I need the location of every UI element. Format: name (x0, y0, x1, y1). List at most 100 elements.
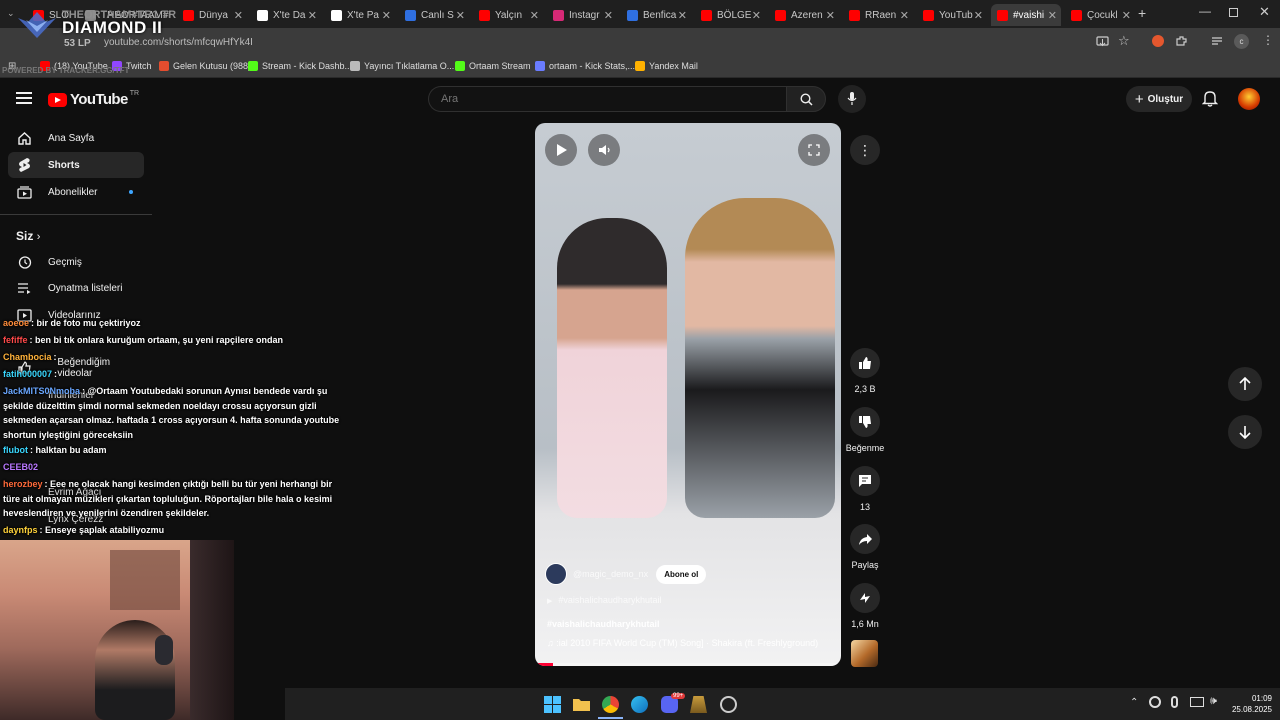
tray-chevron-up-icon[interactable]: ⌃ (1130, 697, 1138, 708)
league-client-icon[interactable] (690, 696, 707, 713)
new-tab-button[interactable]: + (1138, 5, 1146, 21)
chat-username[interactable]: JackMITS0Nmoba (3, 386, 80, 396)
sidebar-item-history[interactable]: Geçmiş (8, 249, 144, 275)
browser-tab[interactable]: Benfica ✕ (621, 4, 691, 26)
music-track[interactable]: ♫ :ial 2010 FIFA World Cup (TM) Song] · … (547, 638, 818, 648)
like-button[interactable] (850, 348, 880, 378)
create-button[interactable]: + Oluştur (1126, 86, 1192, 112)
close-tab-icon[interactable]: ✕ (1048, 9, 1057, 22)
windows-start-icon[interactable] (544, 696, 561, 713)
sidebar-item-shorts[interactable]: Shorts (8, 152, 144, 178)
close-tab-icon[interactable]: ✕ (678, 9, 687, 22)
previous-short-button[interactable] (1228, 367, 1262, 401)
browser-tab[interactable]: RRaen ✕ (843, 4, 913, 26)
channel-avatar[interactable] (545, 563, 567, 585)
tray-display-icon[interactable] (1190, 697, 1204, 707)
chat-username[interactable]: fefiffe (3, 335, 28, 345)
bookmark-item[interactable]: Gelen Kutusu (988)... (159, 61, 259, 71)
close-tab-icon[interactable]: ✕ (382, 9, 391, 22)
browser-tab[interactable]: Yalçın ✕ (473, 4, 543, 26)
bookmark-star-icon[interactable]: ☆ (1118, 33, 1130, 49)
close-tab-icon[interactable]: ✕ (826, 9, 835, 22)
system-clock[interactable]: 01:09 25.08.2025 (1232, 693, 1272, 715)
minimize-button[interactable]: — (1199, 4, 1211, 18)
browser-tab[interactable]: #vaishi ✕ (991, 4, 1061, 26)
dislike-action[interactable]: Beğenme (845, 407, 885, 453)
settings-gear-icon[interactable] (720, 696, 737, 713)
sidebar-item-playlists[interactable]: Oynatma listeleri (8, 275, 144, 301)
tray-sync-icon[interactable] (1149, 696, 1161, 708)
dislike-button[interactable] (850, 407, 880, 437)
close-tab-icon[interactable]: ✕ (308, 9, 317, 22)
sidebar-item-subscriptions[interactable]: Abonelikler (8, 179, 144, 205)
notifications-bell-icon[interactable] (1202, 90, 1218, 107)
chat-username[interactable]: CEEB02 (3, 462, 38, 472)
chrome-icon[interactable] (602, 696, 619, 713)
install-app-icon[interactable] (1096, 36, 1109, 48)
channel-name[interactable]: @magic_demo_nx (573, 569, 648, 579)
browser-tab[interactable]: Instagr ✕ (547, 4, 617, 26)
next-short-button[interactable] (1228, 415, 1262, 449)
share-action[interactable]: Paylaş (845, 524, 885, 570)
shorts-video-player[interactable]: @magic_demo_nx Abone ol ▶ #vaishalichaudh… (535, 123, 841, 666)
bookmark-item[interactable]: ortaam - Kick Stats,... (535, 61, 635, 71)
close-tab-icon[interactable]: ✕ (234, 9, 243, 22)
bookmark-item[interactable]: Stream - Kick Dashb... (248, 61, 352, 71)
user-avatar[interactable] (1238, 88, 1260, 110)
close-tab-icon[interactable]: ✕ (604, 9, 613, 22)
url-input[interactable]: youtube.com/shorts/mfcqwHfYk4I (104, 37, 253, 48)
comments-action[interactable]: 13 (845, 466, 885, 512)
extensions-icon[interactable] (1175, 35, 1188, 48)
browser-menu-icon[interactable]: ⋮ (1262, 33, 1274, 47)
maximize-button[interactable] (1229, 8, 1238, 17)
sidebar-item-home[interactable]: Ana Sayfa (8, 125, 144, 151)
short-title[interactable]: #vaishalichaudharykhutail (547, 619, 660, 629)
chat-username[interactable]: fatih000007 (3, 369, 52, 379)
browser-tab[interactable]: Dünya ✕ (177, 4, 247, 26)
chat-username[interactable]: daynfps (3, 525, 38, 535)
search-input[interactable] (441, 93, 741, 105)
file-explorer-icon[interactable] (573, 696, 590, 713)
close-tab-icon[interactable]: ✕ (900, 9, 909, 22)
chat-username[interactable]: herozbey (3, 479, 43, 489)
browser-tab[interactable]: Azeren ✕ (769, 4, 839, 26)
comments-button[interactable] (850, 466, 880, 496)
close-tab-icon[interactable]: ✕ (456, 9, 465, 22)
browser-tab[interactable]: BÖLGE ✕ (695, 4, 765, 26)
edge-icon[interactable] (631, 696, 648, 713)
media-control-icon[interactable] (1211, 36, 1223, 47)
hashtag-link[interactable]: ▶ #vaishalichaudharykhutail (547, 595, 661, 605)
close-tab-icon[interactable]: ✕ (974, 9, 983, 22)
close-tab-icon[interactable]: ✕ (1122, 9, 1131, 22)
chat-username[interactable]: aoeoe (3, 318, 29, 328)
close-tab-icon[interactable]: ✕ (530, 9, 539, 22)
share-button[interactable] (850, 524, 880, 554)
browser-tab[interactable]: YouTub ✕ (917, 4, 987, 26)
sound-thumbnail[interactable] (851, 640, 878, 667)
volume-button[interactable] (588, 134, 620, 166)
tray-microphone-icon[interactable] (1171, 696, 1178, 708)
browser-tab[interactable]: Çocukl ✕ (1065, 4, 1135, 26)
youtube-logo[interactable]: YouTube TR (48, 90, 139, 108)
progress-bar[interactable] (535, 663, 841, 666)
voice-search-button[interactable] (838, 85, 866, 113)
like-action[interactable]: 2,3 B (845, 348, 885, 394)
chat-username[interactable]: flubot (3, 445, 28, 455)
chat-username[interactable]: Chambocia (3, 352, 52, 362)
play-button[interactable] (545, 134, 577, 166)
sidebar-you-heading[interactable]: Siz › (16, 229, 40, 243)
subscribe-button[interactable]: Abone ol (656, 564, 707, 584)
remix-action[interactable]: 1,6 Mn (845, 583, 885, 629)
close-tab-icon[interactable]: ✕ (752, 9, 761, 22)
profile-icon[interactable]: c (1234, 34, 1249, 49)
tab-search-button[interactable]: ⌄ (7, 8, 15, 19)
extension-fox-icon[interactable] (1152, 35, 1164, 47)
browser-tab[interactable]: X'te Pa ✕ (325, 4, 395, 26)
bookmark-item[interactable]: Ortaam Stream (455, 61, 531, 71)
fullscreen-button[interactable] (798, 134, 830, 166)
bookmark-item[interactable]: Yandex Mail (635, 61, 698, 71)
bookmark-item[interactable]: Yayıncı Tıklatlama O... (350, 61, 454, 71)
search-box[interactable] (428, 86, 786, 112)
remix-button[interactable] (850, 583, 880, 613)
close-window-button[interactable]: ✕ (1259, 4, 1270, 20)
